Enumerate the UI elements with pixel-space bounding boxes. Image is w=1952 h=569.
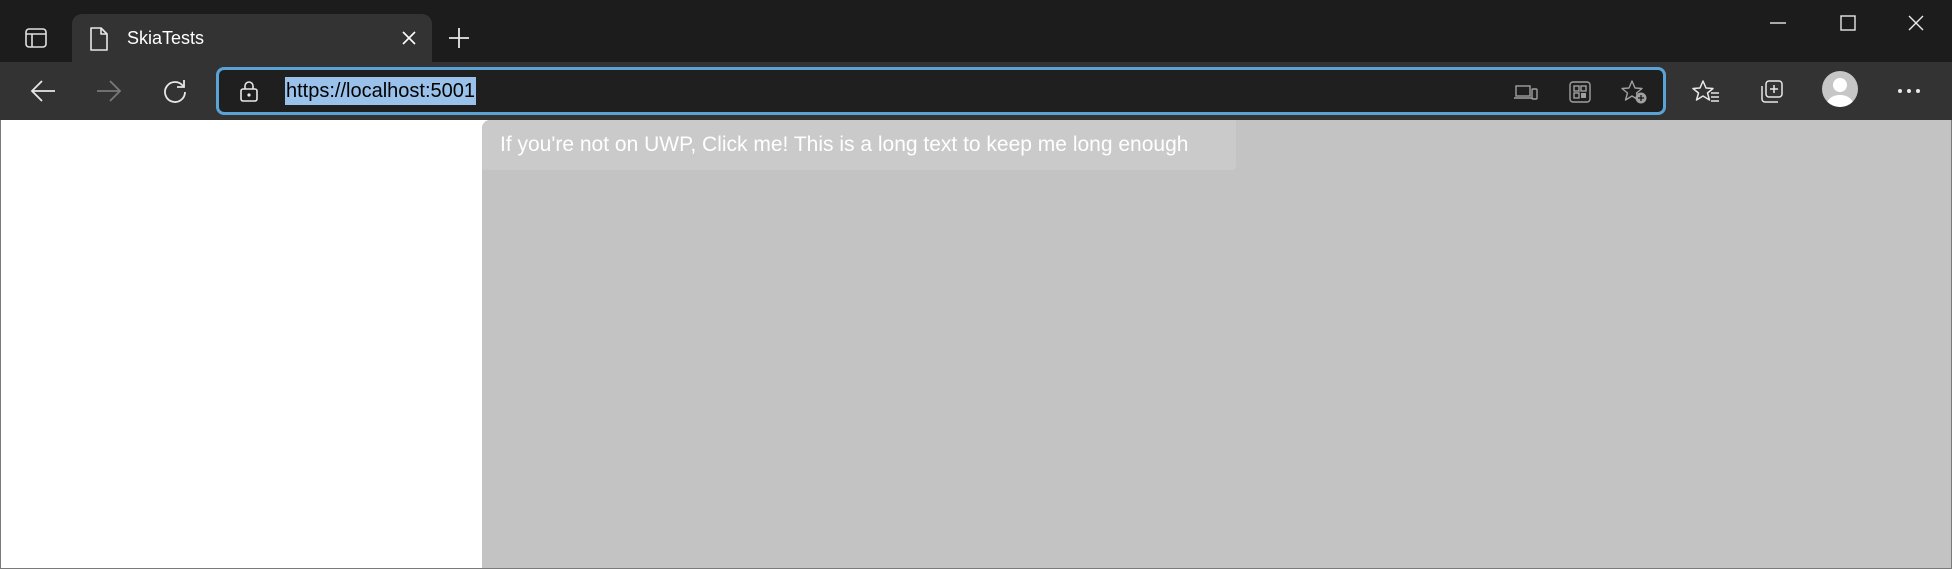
forward-arrow-icon [97,80,122,102]
favorites-button[interactable] [1685,71,1727,111]
browser-toolbar: https://localhost:5001 [0,62,1952,120]
tab-close-button[interactable] [396,25,422,51]
close-icon [402,31,416,45]
plus-icon [449,28,469,48]
click-me-button[interactable]: If you're not on UWP, Click me! This is … [482,120,1236,170]
qr-code-button[interactable] [1565,79,1595,105]
window-close-icon [1908,15,1924,31]
tab-actions-icon [25,28,47,48]
add-favorite-icon [1621,80,1647,104]
maximize-icon [1840,15,1856,31]
collections-icon [1761,80,1783,103]
profile-avatar-icon [1827,78,1853,107]
address-bar[interactable]: https://localhost:5001 [216,67,1666,115]
refresh-button[interactable] [154,71,196,111]
click-me-button-label: If you're not on UWP, Click me! This is … [500,133,1189,156]
minimize-icon [1770,22,1786,24]
back-button[interactable] [22,71,64,111]
url-text[interactable]: https://localhost:5001 [285,77,477,105]
minimize-button[interactable] [1746,0,1810,46]
tab-actions-button[interactable] [16,20,56,56]
page-content: If you're not on UWP, Click me! This is … [0,120,1952,569]
app-available-icon [1514,85,1538,100]
lock-icon[interactable] [239,80,259,102]
qr-code-icon [1569,81,1591,103]
left-pane [0,120,483,569]
collections-button[interactable] [1750,71,1792,111]
more-button[interactable] [1888,71,1930,111]
page-icon [90,27,108,51]
right-pane: If you're not on UWP, Click me! This is … [482,120,1952,569]
favorites-icon [1692,80,1719,102]
window-close-button[interactable] [1884,0,1948,46]
refresh-icon [164,80,186,103]
tab-title: SkiaTests [127,28,205,48]
profile-button[interactable] [1822,71,1858,107]
back-arrow-icon [30,80,55,102]
app-available-button[interactable] [1511,79,1541,105]
new-tab-button[interactable] [440,20,478,56]
add-favorite-button[interactable] [1619,79,1649,105]
tab-skiatests[interactable]: SkiaTests [72,14,432,62]
maximize-button[interactable] [1816,0,1880,46]
forward-button[interactable] [88,71,130,111]
browser-title-bar: SkiaTests [0,0,1952,62]
more-icon [1898,89,1920,93]
